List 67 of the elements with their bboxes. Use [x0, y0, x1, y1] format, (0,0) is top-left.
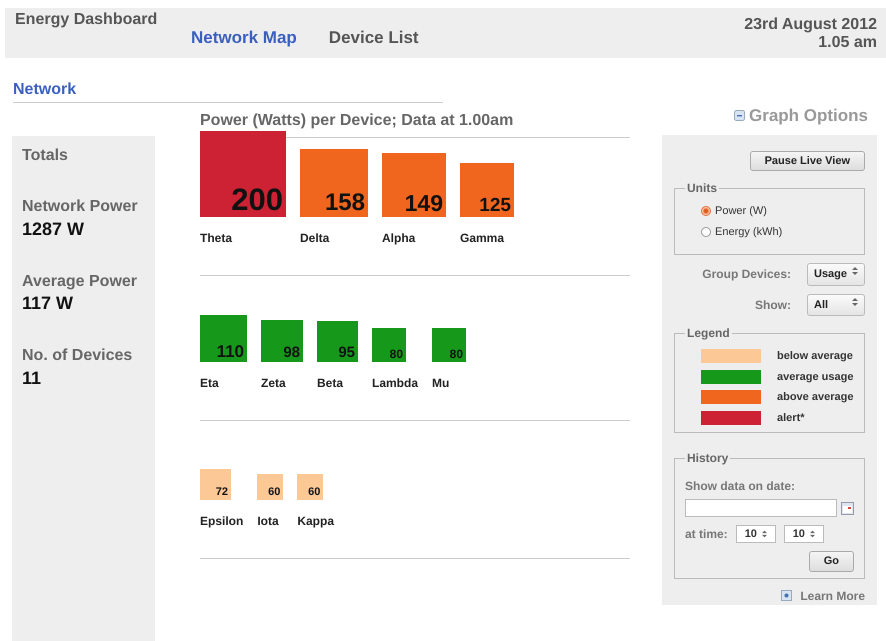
date-text: 23rd August 2012 [744, 16, 877, 34]
device-name: Zeta [261, 375, 287, 392]
device-name: Delta [300, 230, 330, 247]
device-name: Mu [432, 375, 450, 392]
device-name: Beta [317, 375, 344, 392]
group-legend: Units [685, 179, 719, 197]
device-value: 80 [450, 348, 464, 360]
device-value: 72 [216, 487, 228, 498]
spinner-arrows-icon [852, 266, 858, 276]
number-field[interactable]: 10 [784, 525, 824, 543]
pause-button[interactable]: Pause Live View [750, 150, 865, 171]
device-value: 60 [308, 487, 320, 498]
radio-button[interactable] [701, 206, 711, 216]
select-field[interactable]: Usage [807, 263, 865, 286]
legend-label: alert* [777, 410, 805, 426]
panel-heading: Totals [22, 146, 69, 166]
field-label: Show data on date: [685, 478, 796, 495]
stat-value: 11 [22, 366, 42, 390]
radio-label: Power (W) [715, 204, 767, 219]
go-button[interactable]: Go [808, 551, 854, 572]
device-value: 110 [216, 343, 244, 360]
radio-button[interactable] [701, 226, 711, 237]
device-value: 158 [324, 191, 365, 215]
breadcrumb-link[interactable]: Network [13, 78, 443, 103]
device-name: Lambda [372, 375, 418, 392]
spinner-arrows-icon [762, 529, 767, 539]
device-value: 125 [479, 196, 511, 215]
device-name: Alpha [382, 230, 416, 247]
nav-link[interactable]: Network Map [191, 25, 297, 50]
device-value: 200 [231, 184, 283, 215]
collapse-icon[interactable] [734, 110, 745, 122]
legend-label: below average [777, 349, 853, 364]
stat-value: 117 W [22, 292, 74, 316]
device-name: Eta [200, 375, 220, 392]
device-name: Iota [257, 513, 280, 530]
field-label: Show: [755, 296, 791, 314]
legend-label: average usage [777, 370, 854, 384]
group-legend: History [685, 449, 730, 467]
help-icon[interactable] [781, 590, 792, 601]
stat-label: No. of Devices [22, 347, 134, 365]
device-value: 149 [404, 192, 443, 215]
device-name: Kappa [297, 513, 334, 530]
radio-label: Energy (kWh) [715, 224, 782, 240]
field-label: Group Devices: [702, 266, 791, 284]
learn-more-link[interactable]: Learn More [800, 586, 865, 604]
device-value: 60 [268, 487, 280, 498]
spinner-arrows-icon [852, 296, 858, 306]
device-value: 95 [338, 345, 355, 360]
stat-value: 1287 W [22, 218, 86, 241]
field-label: at time: [685, 526, 728, 543]
legend-label: above average [777, 390, 854, 405]
number-field[interactable]: 10 [736, 525, 776, 543]
group-legend: Legend [685, 324, 732, 342]
stat-label: Network Power [22, 198, 139, 216]
calendar-icon[interactable] [841, 502, 854, 514]
time-text: 1.05 am [817, 34, 877, 52]
select-field[interactable]: All [807, 294, 865, 316]
device-name: Epsilon [200, 513, 244, 530]
app-title: Energy Dashboard [15, 10, 158, 30]
date-field[interactable] [685, 499, 837, 517]
device-name: Gamma [460, 230, 506, 247]
device-value: 80 [390, 348, 403, 360]
device-value: 98 [283, 345, 300, 360]
nav-link[interactable]: Device List [328, 25, 419, 50]
device-name: Theta [200, 230, 234, 247]
stat-label: Average Power [22, 272, 138, 290]
spinner-arrows-icon [810, 529, 815, 539]
